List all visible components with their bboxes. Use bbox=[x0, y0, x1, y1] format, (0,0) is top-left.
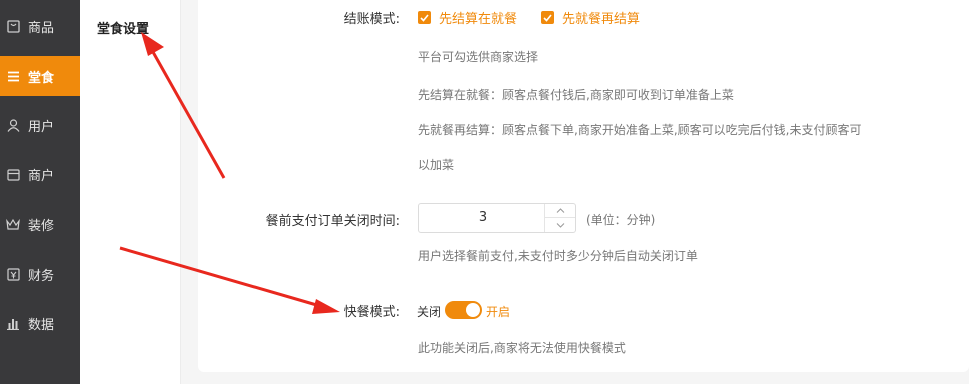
nav-label: 堂食 bbox=[28, 70, 55, 86]
store-icon bbox=[6, 167, 20, 181]
finance-icon bbox=[6, 267, 20, 281]
settings-panel: 结账模式: 先结算在就餐 先就餐再结算 平台可勾选供商家选择 先结算在就餐：顾客… bbox=[198, 0, 969, 372]
checkout-option-eat-first[interactable]: 先就餐再结算 bbox=[541, 8, 640, 27]
nav-item-data[interactable]: 数据 bbox=[0, 303, 80, 343]
nav-label: 商品 bbox=[28, 20, 55, 36]
checkout-hint-1: 平台可勾选供商家选择 bbox=[418, 50, 539, 64]
fast-mode-hint: 此功能关闭后,商家将无法使用快餐模式 bbox=[418, 341, 626, 355]
close-time-value[interactable]: 3 bbox=[419, 204, 547, 232]
stepper-buttons bbox=[544, 204, 575, 232]
checkbox-label: 先结算在就餐 bbox=[439, 12, 518, 27]
nav-label: 数据 bbox=[28, 317, 55, 333]
checkbox-checked-icon bbox=[541, 11, 554, 24]
nav-item-goods[interactable]: 商品 bbox=[0, 6, 80, 46]
checkout-hint-3: 先就餐再结算：顾客点餐下单,商家开始准备上菜,顾客可以吃完后付钱,未支付顾客可 bbox=[418, 123, 862, 137]
fast-mode-on-label: 开启 bbox=[486, 305, 511, 319]
close-time-hint: 用户选择餐前支付,未支付时多少分钟后自动关闭订单 bbox=[418, 249, 698, 263]
nav-label: 装修 bbox=[28, 218, 55, 234]
checkout-mode-label: 结账模式: bbox=[343, 12, 400, 27]
nav-label: 财务 bbox=[28, 268, 55, 284]
toggle-knob bbox=[466, 303, 480, 317]
nav-item-merchants[interactable]: 商户 bbox=[0, 154, 80, 194]
checkout-hint-2: 先结算在就餐：顾客点餐付钱后,商家即可收到订单准备上菜 bbox=[418, 88, 734, 102]
close-time-stepper[interactable]: 3 bbox=[418, 203, 576, 233]
crown-icon bbox=[6, 217, 20, 231]
close-time-label: 餐前支付订单关闭时间: bbox=[265, 214, 400, 229]
main-sidebar: 商品 堂食 用户 商户 装修 财务 数据 bbox=[0, 0, 80, 384]
nav-item-decoration[interactable]: 装修 bbox=[0, 204, 80, 244]
nav-item-finance[interactable]: 财务 bbox=[0, 254, 80, 294]
chevron-up-icon bbox=[556, 208, 564, 213]
nav-label: 用户 bbox=[28, 119, 55, 135]
fast-mode-toggle[interactable] bbox=[445, 301, 482, 319]
fast-mode-label: 快餐模式: bbox=[343, 305, 400, 320]
stepper-decrement-button[interactable] bbox=[545, 218, 575, 232]
close-time-unit: (单位：分钟) bbox=[586, 213, 656, 227]
checkbox-checked-icon bbox=[418, 11, 431, 24]
fast-mode-off-label: 关闭 bbox=[417, 305, 442, 319]
nav-label: 商户 bbox=[28, 168, 55, 184]
sub-sidebar: 堂食设置 bbox=[80, 0, 181, 384]
chart-icon bbox=[6, 316, 20, 330]
checkbox-label: 先就餐再结算 bbox=[562, 12, 641, 27]
nav-item-users[interactable]: 用户 bbox=[0, 105, 80, 145]
checkout-hint-4: 以加菜 bbox=[418, 158, 455, 172]
chevron-down-icon bbox=[556, 222, 564, 228]
subnav-item-dine-in-settings[interactable]: 堂食设置 bbox=[97, 18, 149, 37]
menu-icon bbox=[6, 69, 20, 83]
goods-icon bbox=[6, 19, 20, 33]
user-icon bbox=[6, 118, 20, 132]
checkout-option-pay-first[interactable]: 先结算在就餐 bbox=[418, 8, 517, 27]
nav-item-dine-in[interactable]: 堂食 bbox=[0, 56, 80, 96]
stepper-increment-button[interactable] bbox=[545, 204, 575, 218]
